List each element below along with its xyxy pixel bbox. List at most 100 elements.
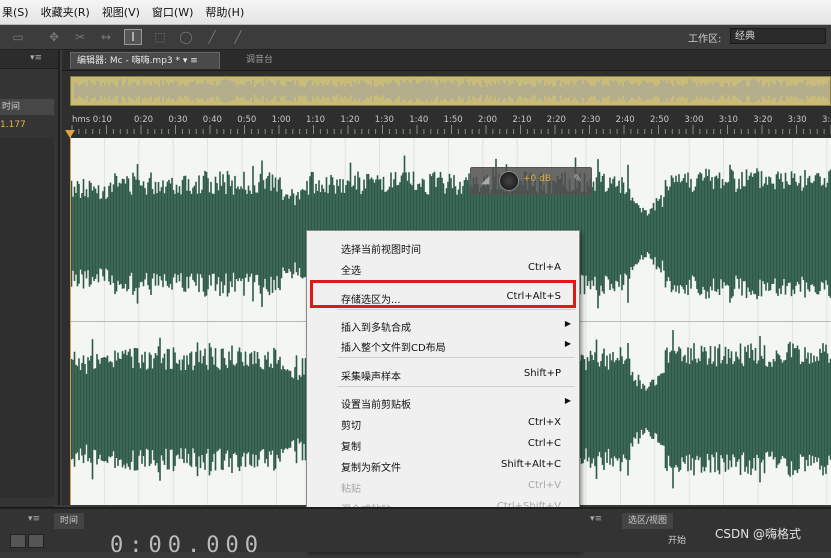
slip-tool-icon[interactable]: ↔ [98, 30, 114, 44]
context-menu-item[interactable]: 采集噪声样本 Shift+P [307, 364, 579, 384]
ruler-label: 3:00 [684, 115, 703, 125]
context-menu: 选择当前视图时间 全选 Ctrl+A 存储选区为... Ctrl+Alt+S 插入到多轨合… [306, 230, 580, 552]
watermark: CSDN @嗨格式 [715, 527, 802, 541]
ruler-label: 0:50 [237, 115, 256, 125]
overview-strip[interactable] [70, 76, 831, 106]
pin-icon[interactable]: ✎ [573, 172, 582, 185]
files-panel: ▾≡ 时间 1.177 [0, 50, 60, 516]
menu-item-shortcut: Shift+Alt+C [500, 459, 561, 470]
ruler-label: 0:30 [168, 115, 187, 125]
ruler-label: 1:10 [306, 115, 325, 125]
time-selection-tool-icon[interactable]: I [124, 29, 142, 45]
menu-window[interactable]: 窗口(W) [150, 4, 203, 20]
menu-item-label: 插入到多轨合成 [341, 323, 411, 334]
ruler-label: 2:00 [478, 115, 497, 125]
menu-bar: 果(S) 收藏夹(R) 视图(V) 窗口(W) 帮助(H) [0, 0, 831, 25]
menu-item-label: 插入整个文件到CD布局 [341, 343, 446, 354]
menu-item-label: 采集噪声样本 [341, 372, 401, 383]
context-menu-item[interactable]: 插入整个文件到CD布局 ▶ [307, 335, 579, 355]
menu-item-shortcut: Ctrl+V [527, 480, 561, 491]
panel-button[interactable] [10, 534, 26, 548]
menu-effects[interactable]: 果(S) [0, 4, 39, 20]
menu-item-label: 复制为新文件 [341, 463, 401, 474]
context-menu-item: 粘贴 Ctrl+V [307, 476, 579, 496]
menu-item-shortcut: Ctrl+C [527, 438, 561, 449]
menu-item-shortcut: Ctrl+X [527, 417, 561, 428]
ruler-label: 3:30 [788, 115, 807, 125]
menu-item-label: 全选 [341, 266, 361, 277]
ruler-label: 2:20 [547, 115, 566, 125]
workspace-label: 工作区: [688, 34, 722, 45]
tab-mixer[interactable]: 调音台 [240, 52, 288, 69]
column-header-time[interactable]: 时间 [0, 99, 54, 115]
ruler-ticks: hms 0:10 0:20 0:30 0:40 0:50 1:00 1:10 1:20 1:30… [71, 115, 831, 134]
menu-item-label: 设置当前剪贴板 [341, 400, 411, 411]
menu-favorites[interactable]: 收藏夹(R) [39, 4, 100, 20]
submenu-arrow-icon: ▶ [564, 339, 571, 348]
ruler-label: 1:30 [375, 115, 394, 125]
ruler-label: 3:10 [719, 115, 738, 125]
tab-editor-label: 编辑器: Mc - 嗨嗨.mp3 * [77, 56, 181, 66]
ruler-label: 3:40 [822, 115, 831, 125]
editor-tabs: 编辑器: Mc - 嗨嗨.mp3 * ▾ ≡ 调音台 [62, 50, 831, 71]
marquee-tool-icon[interactable]: ⬚ [152, 30, 168, 44]
menu-separator [337, 309, 575, 310]
context-menu-item[interactable]: 设置当前剪贴板 ▶ [307, 392, 579, 412]
time-ruler[interactable]: hms 0:10 0:20 0:30 0:40 0:50 1:00 1:10 1:20 1:30… [70, 112, 831, 134]
volume-label: +0 dB [523, 174, 552, 184]
tab-selection-view[interactable]: 选区/视图 [622, 513, 674, 529]
context-menu-item[interactable]: 剪切 Ctrl+X [307, 413, 579, 433]
menu-item-label: 粘贴 [341, 484, 361, 495]
context-menu-item[interactable]: 复制 Ctrl+C [307, 434, 579, 454]
ruler-label: 2:10 [512, 115, 531, 125]
volume-knob[interactable] [499, 171, 519, 191]
time-value: 1.177 [0, 120, 26, 130]
submenu-arrow-icon: ▶ [564, 396, 571, 405]
tab-time[interactable]: 时间 [54, 513, 85, 529]
lasso-tool-icon[interactable]: ◯ [178, 30, 194, 44]
context-menu-item[interactable]: 插入到多轨合成 ▶ [307, 315, 579, 335]
panel-header [0, 50, 58, 69]
waveform-view-icon[interactable]: ▭ [10, 30, 26, 44]
time-readout: 0:00.000 [110, 533, 264, 558]
context-menu-item[interactable]: 复制为新文件 Shift+Alt+C [307, 455, 579, 475]
ruler-label: 0:40 [203, 115, 222, 125]
menu-item-label: 剪切 [341, 421, 361, 432]
panel-menu-icon[interactable]: ▾≡ [590, 514, 602, 524]
spot-healing-icon[interactable]: ╱ [230, 30, 246, 44]
bottom-panels: ▾≡ 时间 0:00.000 ▾≡ 选区/视图 开始 [0, 507, 831, 558]
context-menu-item[interactable]: 全选 Ctrl+A [307, 258, 579, 278]
workspace-select[interactable]: 经典 [730, 28, 826, 44]
files-list[interactable] [0, 138, 54, 498]
playhead-marker[interactable] [65, 130, 75, 138]
ruler-label: hms 0:10 [72, 115, 112, 125]
menu-item-shortcut: Ctrl+A [527, 262, 561, 273]
ruler-label: 0:20 [134, 115, 153, 125]
panel-button[interactable] [28, 534, 44, 548]
menu-separator [337, 386, 575, 387]
ruler-label: 2:30 [581, 115, 600, 125]
playhead-line [70, 134, 71, 505]
razor-tool-icon[interactable]: ✂ [72, 30, 88, 44]
ruler-label: 2:40 [616, 115, 635, 125]
menu-item-shortcut: Shift+P [523, 368, 561, 379]
ruler-label: 1:00 [272, 115, 291, 125]
move-tool-icon[interactable]: ✥ [46, 30, 62, 44]
ruler-label: 1:50 [444, 115, 463, 125]
tab-dropdown-icon[interactable]: ▾ ≡ [183, 56, 198, 66]
ruler-label: 1:20 [340, 115, 359, 125]
brush-tool-icon[interactable]: ╱ [204, 30, 220, 44]
toolbar: ▭ ✥ ✂ ↔ I ⬚ ◯ ╱ ╱ 工作区: 经典 [0, 25, 831, 50]
ruler-label: 3:20 [753, 115, 772, 125]
menu-view[interactable]: 视图(V) [100, 4, 150, 20]
panel-menu-icon[interactable]: ▾≡ [28, 514, 40, 524]
tab-editor[interactable]: 编辑器: Mc - 嗨嗨.mp3 * ▾ ≡ [70, 52, 220, 69]
ruler-label: 1:40 [409, 115, 428, 125]
context-menu-item[interactable]: 选择当前视图时间 [307, 237, 579, 257]
menu-item-label: 选择当前视图时间 [341, 245, 421, 256]
panel-menu-icon[interactable]: ▾≡ [30, 53, 42, 63]
menu-help[interactable]: 帮助(H) [203, 4, 254, 20]
volume-hud: ◢ +0 dB ✎ [470, 167, 592, 195]
ruler-label: 2:50 [650, 115, 669, 125]
menu-item-label: 复制 [341, 442, 361, 453]
